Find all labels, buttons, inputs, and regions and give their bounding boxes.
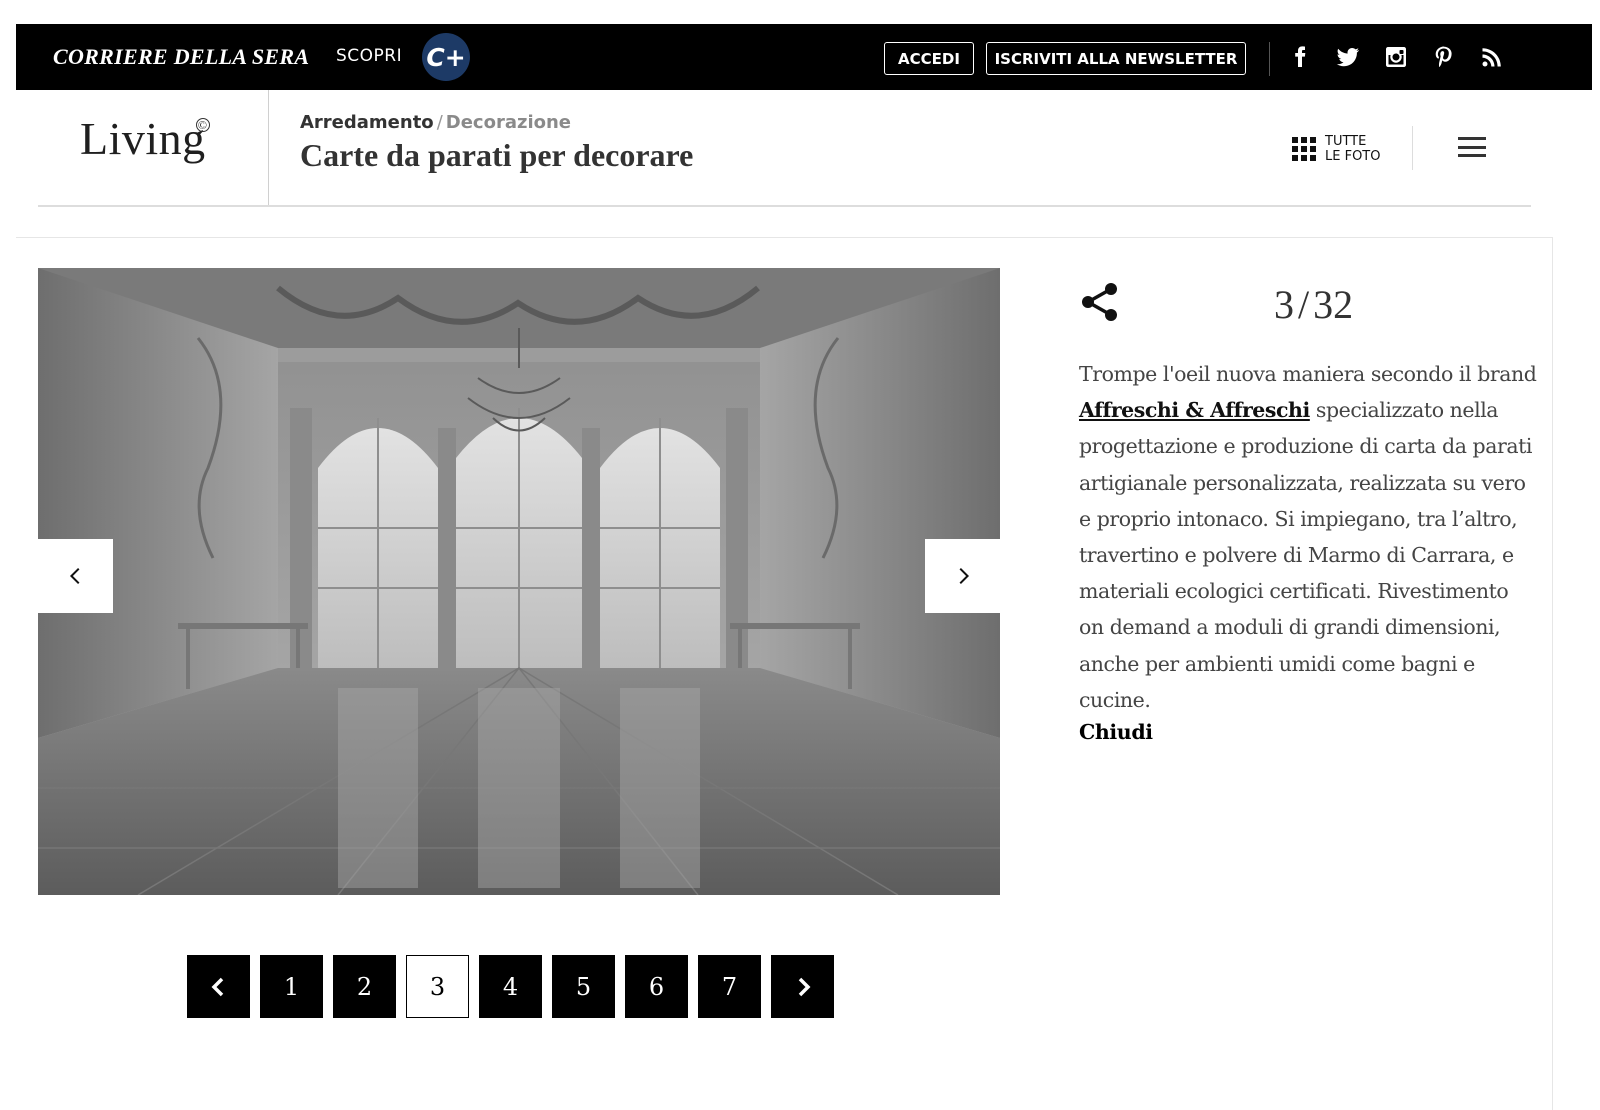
pagination-next-button[interactable] — [771, 955, 834, 1018]
rss-icon[interactable] — [1478, 43, 1506, 71]
page-title: Carte da parati per decorare — [300, 137, 694, 173]
living-logo[interactable]: Living © — [80, 112, 210, 165]
pagination-page-5[interactable]: 5 — [552, 955, 615, 1018]
top-bar: CORRIERE DELLA SERA SCOPRI C+ ACCEDI ISC… — [16, 24, 1592, 90]
hamburger-menu-icon[interactable] — [1458, 137, 1486, 157]
caption-text-start: Trompe l'oeil nuova maniera secondo il b… — [1079, 362, 1537, 386]
share-icon[interactable] — [1080, 281, 1120, 323]
breadcrumb: Arredamento / Decorazione — [300, 112, 571, 133]
brand-link[interactable]: Affreschi & Affreschi — [1079, 398, 1310, 422]
gallery-prev-button[interactable] — [38, 539, 113, 613]
photo-caption: Trompe l'oeil nuova maniera secondo il b… — [1079, 356, 1539, 718]
pagination-page-3[interactable]: 3 — [406, 955, 469, 1018]
content-top-rule — [16, 237, 1552, 238]
header-divider — [268, 90, 269, 206]
breadcrumb-subcategory[interactable]: Decorazione — [446, 112, 571, 133]
pagination-prev-button[interactable] — [187, 955, 250, 1018]
corriere-logo[interactable]: CORRIERE DELLA SERA — [53, 44, 309, 70]
photo-counter-total: 32 — [1313, 282, 1354, 327]
chevron-right-icon — [959, 567, 969, 585]
pagination: 1 2 3 4 5 6 7 — [187, 955, 834, 1018]
living-logo-text: Living — [80, 113, 206, 164]
all-photos-button[interactable]: TUTTE LE FOTO — [1292, 134, 1380, 164]
grid-icon — [1292, 137, 1316, 161]
gallery-photo[interactable] — [38, 268, 1000, 895]
chevron-right-bold-icon — [798, 977, 810, 996]
all-photos-label: TUTTE LE FOTO — [1325, 134, 1380, 164]
twitter-icon[interactable] — [1334, 43, 1362, 71]
breadcrumb-category[interactable]: Arredamento — [300, 112, 434, 133]
login-button[interactable]: ACCEDI — [884, 42, 974, 75]
header-divider-right — [1412, 126, 1413, 170]
registered-mark: © — [195, 118, 210, 132]
pagination-page-7[interactable]: 7 — [698, 955, 761, 1018]
newsletter-button[interactable]: ISCRIVITI ALLA NEWSLETTER — [986, 42, 1246, 75]
pinterest-icon[interactable] — [1430, 43, 1458, 71]
chevron-left-icon — [69, 567, 79, 585]
all-photos-label-line2: LE FOTO — [1325, 149, 1381, 164]
facebook-icon[interactable] — [1286, 43, 1314, 71]
header-bottom-rule — [38, 205, 1531, 207]
breadcrumb-separator: / — [436, 112, 443, 133]
topbar-divider — [1269, 42, 1270, 76]
caption-text-end: specializzato nella progettazione e prod… — [1079, 398, 1533, 712]
photo-counter-separator: / — [1298, 282, 1310, 327]
gallery-next-button[interactable] — [925, 539, 1000, 613]
pagination-page-2[interactable]: 2 — [333, 955, 396, 1018]
pagination-page-4[interactable]: 4 — [479, 955, 542, 1018]
content-right-rule — [1552, 237, 1553, 1110]
instagram-icon[interactable] — [1382, 43, 1410, 71]
gallery-photo-illustration — [38, 268, 1000, 895]
chevron-left-bold-icon — [211, 977, 223, 996]
photo-counter: 3/32 — [1274, 281, 1353, 328]
pagination-page-1[interactable]: 1 — [260, 955, 323, 1018]
pagination-page-6[interactable]: 6 — [625, 955, 688, 1018]
cplus-badge[interactable]: C+ — [422, 33, 470, 81]
close-caption-link[interactable]: Chiudi — [1079, 720, 1153, 744]
all-photos-label-line1: TUTTE — [1325, 134, 1367, 149]
scopri-label[interactable]: SCOPRI — [336, 46, 402, 66]
photo-counter-current: 3 — [1274, 282, 1294, 327]
